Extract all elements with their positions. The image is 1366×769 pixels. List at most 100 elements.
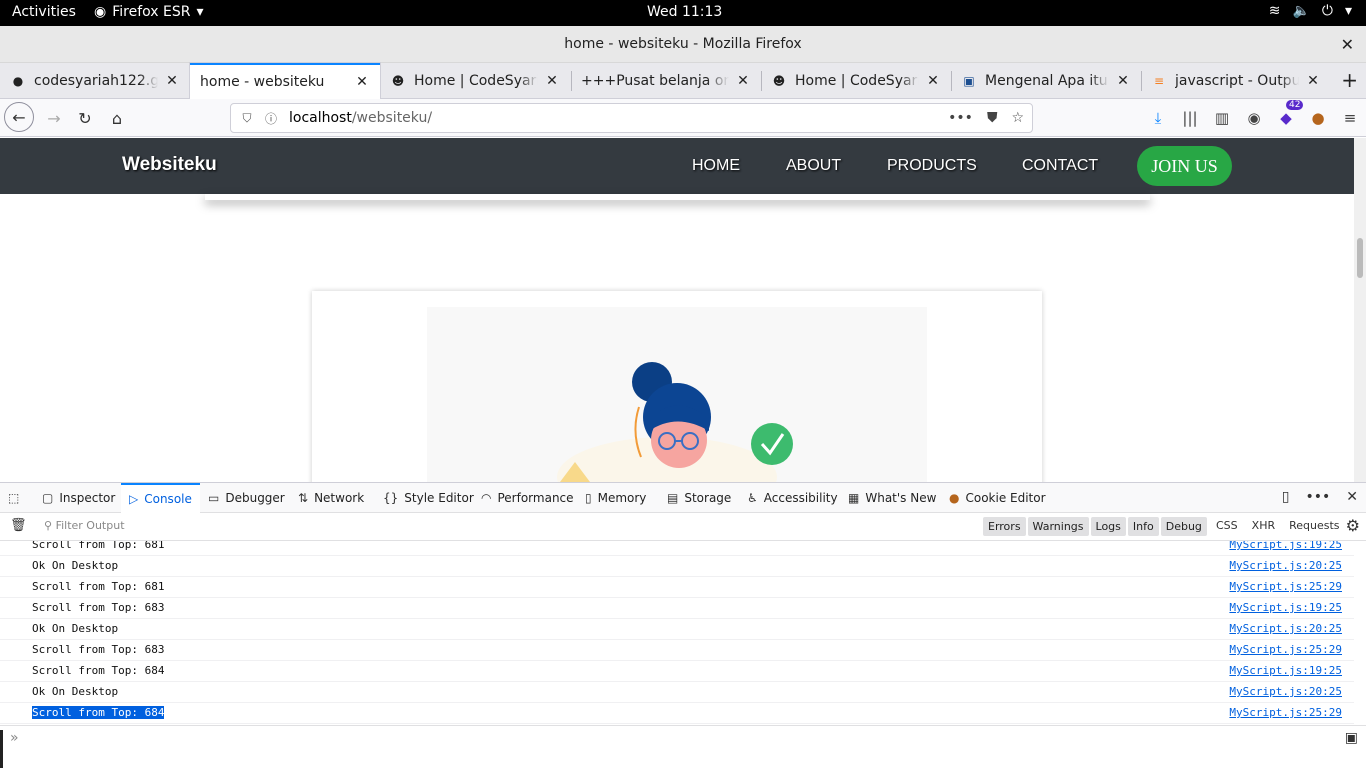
close-icon[interactable]: ✕: [1115, 73, 1131, 89]
log-source-link[interactable]: MyScript.js:25:29: [1229, 706, 1342, 719]
nav-contact[interactable]: CONTACT: [1022, 157, 1098, 175]
more-options-icon[interactable]: •••: [1305, 489, 1330, 505]
log-source-link[interactable]: MyScript.js:19:25: [1229, 664, 1342, 677]
tab-cookie-editor[interactable]: ● Cookie Editor: [949, 483, 1046, 513]
log-source-link[interactable]: MyScript.js:19:25: [1229, 541, 1342, 551]
console-input[interactable]: » ▣: [0, 725, 1366, 769]
tab-inspector[interactable]: ▢ Inspector: [42, 483, 115, 513]
reload-icon[interactable]: ↻: [71, 104, 99, 132]
download-icon[interactable]: ⤓: [1142, 109, 1174, 127]
tab[interactable]: ☻ Home | CodeSyariah ✕: [761, 63, 951, 99]
close-icon[interactable]: ✕: [354, 74, 370, 90]
extension-icon[interactable]: ◆ 42: [1270, 100, 1304, 127]
inspector-icon: ▢: [42, 491, 54, 505]
filter-css[interactable]: CSS: [1216, 519, 1238, 532]
tab-performance[interactable]: ◠ Performance: [481, 483, 574, 513]
tab-style-editor[interactable]: {} Style Editor: [383, 483, 474, 513]
filter-errors[interactable]: Errors: [983, 517, 1026, 536]
window-edge: [0, 730, 3, 768]
shield-icon[interactable]: ⛉: [239, 111, 255, 126]
nav-about[interactable]: ABOUT: [786, 157, 841, 175]
window-title: home - websiteku - Mozilla Firefox: [564, 36, 802, 52]
log-source-link[interactable]: MyScript.js:20:25: [1229, 685, 1342, 698]
window-titlebar: home - websiteku - Mozilla Firefox ✕: [0, 26, 1366, 63]
tab[interactable]: ☻ Home | CodeSyariah ✕: [380, 63, 570, 99]
bookmark-star-icon[interactable]: ☆: [1011, 110, 1024, 126]
library-icon[interactable]: |||: [1174, 109, 1206, 127]
filter-debug[interactable]: Debug: [1160, 517, 1207, 536]
pocket-icon[interactable]: ⛊: [987, 110, 998, 126]
cookie-icon[interactable]: ●: [1302, 109, 1334, 127]
close-icon[interactable]: ✕: [1346, 489, 1358, 505]
editor-mode-icon[interactable]: ▣: [1345, 730, 1358, 746]
tab[interactable]: ≡ javascript - Output t ✕: [1141, 63, 1331, 99]
close-icon[interactable]: ✕: [1305, 73, 1321, 89]
log-source-link[interactable]: MyScript.js:19:25: [1229, 601, 1342, 614]
info-icon[interactable]: ⓘ: [263, 110, 279, 127]
log-message: Scroll from Top: 681: [32, 541, 165, 551]
sidebar-icon[interactable]: ▥: [1206, 109, 1238, 127]
activities-button[interactable]: Activities: [12, 4, 76, 20]
tab-accessibility[interactable]: ♿ Accessibility: [747, 483, 838, 513]
log-source-link[interactable]: MyScript.js:25:29: [1229, 643, 1342, 656]
console-icon: ▷: [129, 492, 139, 506]
accessibility-icon: ♿: [747, 491, 758, 505]
forward-icon[interactable]: →: [40, 104, 68, 132]
new-tab-icon[interactable]: +: [1341, 68, 1358, 92]
tab[interactable]: ▣ Mengenal Apa itu jQ ✕: [951, 63, 1141, 99]
nav-home[interactable]: HOME: [692, 157, 740, 175]
close-icon[interactable]: ✕: [735, 73, 751, 89]
close-icon[interactable]: ✕: [164, 73, 180, 89]
tab-storage[interactable]: ▤ Storage: [667, 483, 731, 513]
gear-icon[interactable]: ⚙: [1346, 516, 1360, 535]
back-icon[interactable]: ←: [4, 102, 34, 132]
console-toolbar: 🗑 ⚲ Filter Output Errors Warnings Logs I…: [0, 513, 1366, 541]
debugger-icon: ▭: [208, 491, 220, 505]
tab-whats-new[interactable]: ▦ What's New: [848, 483, 936, 513]
tab-active[interactable]: home - websiteku ✕: [190, 63, 380, 99]
tab[interactable]: +++Pusat belanja onlin ✕: [571, 63, 761, 99]
clock[interactable]: Wed 11:13: [647, 4, 722, 20]
home-icon[interactable]: ⌂: [103, 104, 131, 132]
log-level-filters: Errors Warnings Logs Info Debug: [983, 517, 1207, 536]
tab-label: Console: [144, 492, 192, 506]
trash-icon[interactable]: 🗑: [10, 518, 27, 533]
menu-icon[interactable]: ≡: [1334, 109, 1366, 127]
tab-label: Storage: [684, 491, 732, 505]
element-picker-icon[interactable]: ⬚: [8, 483, 19, 513]
dock-icon[interactable]: ▯: [1282, 489, 1290, 505]
app-menu[interactable]: ◉ Firefox ESR ▾: [94, 4, 204, 20]
window-close-icon[interactable]: ✕: [1341, 26, 1354, 63]
console-scrollbar[interactable]: [1354, 541, 1366, 725]
close-icon[interactable]: ✕: [925, 73, 941, 89]
filter-info[interactable]: Info: [1127, 517, 1159, 536]
log-source-link[interactable]: MyScript.js:20:25: [1229, 559, 1342, 572]
join-us-button[interactable]: JOIN US: [1137, 146, 1232, 186]
filter-requests[interactable]: Requests: [1289, 519, 1339, 532]
close-icon[interactable]: ✕: [544, 73, 560, 89]
page-scrollbar[interactable]: [1354, 138, 1366, 482]
filter-logs[interactable]: Logs: [1090, 517, 1126, 536]
tab-debugger[interactable]: ▭ Debugger: [208, 483, 285, 513]
site-brand[interactable]: Websiteku: [122, 154, 217, 176]
nav-products[interactable]: PRODUCTS: [887, 157, 977, 175]
system-top-bar: Activities ◉ Firefox ESR ▾ Wed 11:13 ≋ 🔈…: [0, 0, 1366, 26]
tab-memory[interactable]: ▯ Memory: [585, 483, 646, 513]
devtools-tabs: ⬚ ▢ Inspector ▷ Console ▭ Debugger ⇅ Network…: [0, 483, 1366, 513]
filter-xhr[interactable]: XHR: [1252, 519, 1275, 532]
log-source-link[interactable]: MyScript.js:25:29: [1229, 580, 1342, 593]
scrollbar-thumb[interactable]: [1357, 238, 1363, 278]
log-source-link[interactable]: MyScript.js:20:25: [1229, 622, 1342, 635]
tab-network[interactable]: ⇅ Network: [298, 483, 364, 513]
account-icon[interactable]: ◉: [1238, 109, 1270, 127]
tab-console[interactable]: ▷ Console: [121, 483, 200, 513]
filter-warnings[interactable]: Warnings: [1027, 517, 1089, 536]
url-bar[interactable]: ⛉ ⓘ localhost/websiteku/ ••• ⛊ ☆: [230, 103, 1033, 133]
filter-input[interactable]: ⚲ Filter Output: [44, 519, 125, 532]
log-message: Scroll from Top: 683: [32, 601, 165, 614]
tab[interactable]: ● codesyariah122.gith ✕: [0, 63, 190, 99]
system-tray[interactable]: ≋ 🔈 ⏻ ▾: [1269, 3, 1352, 19]
tab-label: Accessibility: [763, 491, 838, 505]
filter-placeholder: Filter Output: [55, 519, 125, 532]
page-actions-icon[interactable]: •••: [948, 110, 973, 126]
